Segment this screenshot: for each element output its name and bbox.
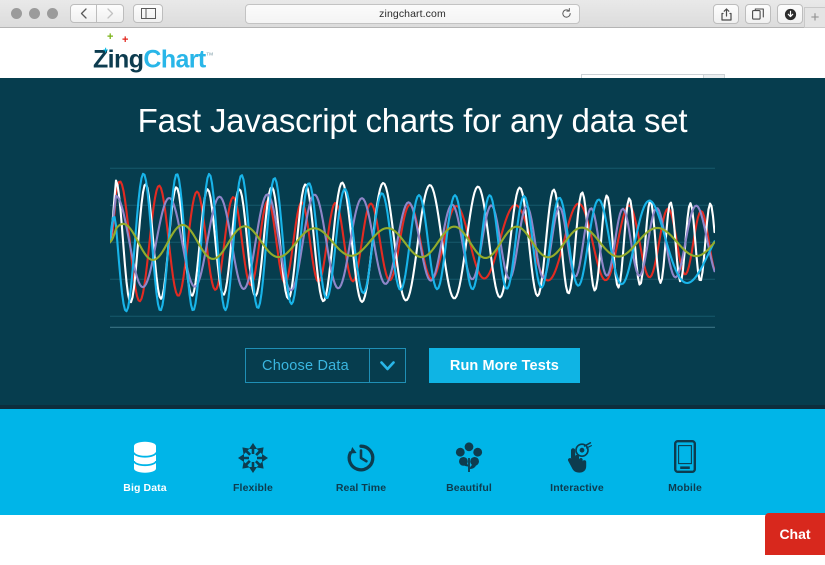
chevron-left-icon (80, 8, 87, 19)
browser-toolbar: zingchart.com + (0, 0, 825, 28)
forward-button[interactable] (97, 4, 124, 23)
browser-window: zingchart.com + + + + ZingChart™ Search.… (0, 0, 825, 565)
feature-label: Interactive (550, 482, 604, 494)
feature-item-real-time[interactable]: Real Time (316, 437, 406, 494)
phone-icon (674, 437, 696, 473)
chevron-down-icon[interactable] (368, 348, 406, 383)
logo-trademark: ™ (205, 51, 214, 60)
feature-label: Big Data (123, 482, 167, 494)
chat-button[interactable]: Chat (765, 513, 825, 555)
line-chart-svg (110, 167, 715, 328)
address-bar-text: zingchart.com (379, 8, 446, 20)
download-icon (784, 8, 796, 20)
logo-text: ZingChart™ (93, 42, 214, 74)
features-band: Big Data Flexible Real Time Beautiful In… (0, 409, 825, 515)
site-logo[interactable]: + + + ZingChart™ (93, 31, 214, 74)
reload-icon[interactable] (561, 8, 572, 23)
back-button[interactable] (70, 4, 97, 23)
site-header: + + + ZingChart™ Features + Gallery + Do… (0, 28, 825, 97)
tabs-icon (752, 8, 764, 20)
run-more-tests-button[interactable]: Run More Tests (428, 348, 580, 383)
address-bar-container: zingchart.com (245, 4, 580, 24)
arrows-icon (238, 437, 268, 473)
hero-chart[interactable] (110, 146, 715, 331)
share-icon (720, 7, 732, 21)
feature-item-mobile[interactable]: Mobile (640, 437, 730, 494)
spark-red-icon: + (122, 34, 129, 46)
feature-label: Beautiful (446, 482, 492, 494)
feature-item-big-data[interactable]: Big Data (100, 437, 190, 494)
window-controls (0, 8, 58, 19)
spark-cyan-icon: + (103, 45, 109, 55)
page-title: Fast Javascript charts for any data set (137, 102, 688, 139)
address-bar[interactable]: zingchart.com (245, 4, 580, 24)
choose-data-label: Choose Data (245, 348, 369, 383)
feature-label: Flexible (233, 482, 273, 494)
flower-icon (455, 437, 483, 473)
feature-item-beautiful[interactable]: Beautiful (424, 437, 514, 494)
pointer-hand-icon (562, 437, 592, 473)
minimize-window-button[interactable] (29, 8, 40, 19)
chevron-right-icon (106, 8, 113, 19)
feature-item-interactive[interactable]: Interactive (532, 437, 622, 494)
spark-green-icon: + (107, 31, 114, 43)
page-footer-area (0, 515, 825, 565)
choose-data-dropdown[interactable]: Choose Data (245, 348, 406, 383)
sidebar-toggle-button[interactable] (133, 4, 163, 23)
logo-sparkles: + + + (93, 31, 153, 55)
features-list: Big Data Flexible Real Time Beautiful In… (100, 437, 730, 494)
feature-label: Real Time (335, 482, 387, 494)
show-tabs-button[interactable] (745, 4, 771, 24)
feature-item-flexible[interactable]: Flexible (208, 437, 298, 494)
downloads-button[interactable] (777, 4, 803, 24)
feature-label: Mobile (668, 482, 702, 494)
hero-actions: Choose Data Run More Tests (0, 348, 825, 383)
new-tab-button[interactable]: + (804, 7, 825, 28)
logo-text-chart: Chart (143, 45, 206, 74)
clock-icon (346, 437, 376, 473)
close-window-button[interactable] (11, 8, 22, 19)
maximize-window-button[interactable] (47, 8, 58, 19)
toolbar-actions (713, 4, 803, 24)
logo-text-zing: Zing (93, 45, 144, 74)
database-icon (132, 437, 158, 473)
sidebar-icon (140, 8, 156, 19)
hero-section: Fast Javascript charts for any data set … (0, 78, 825, 405)
share-button[interactable] (713, 4, 739, 24)
navigation-buttons (70, 4, 124, 23)
